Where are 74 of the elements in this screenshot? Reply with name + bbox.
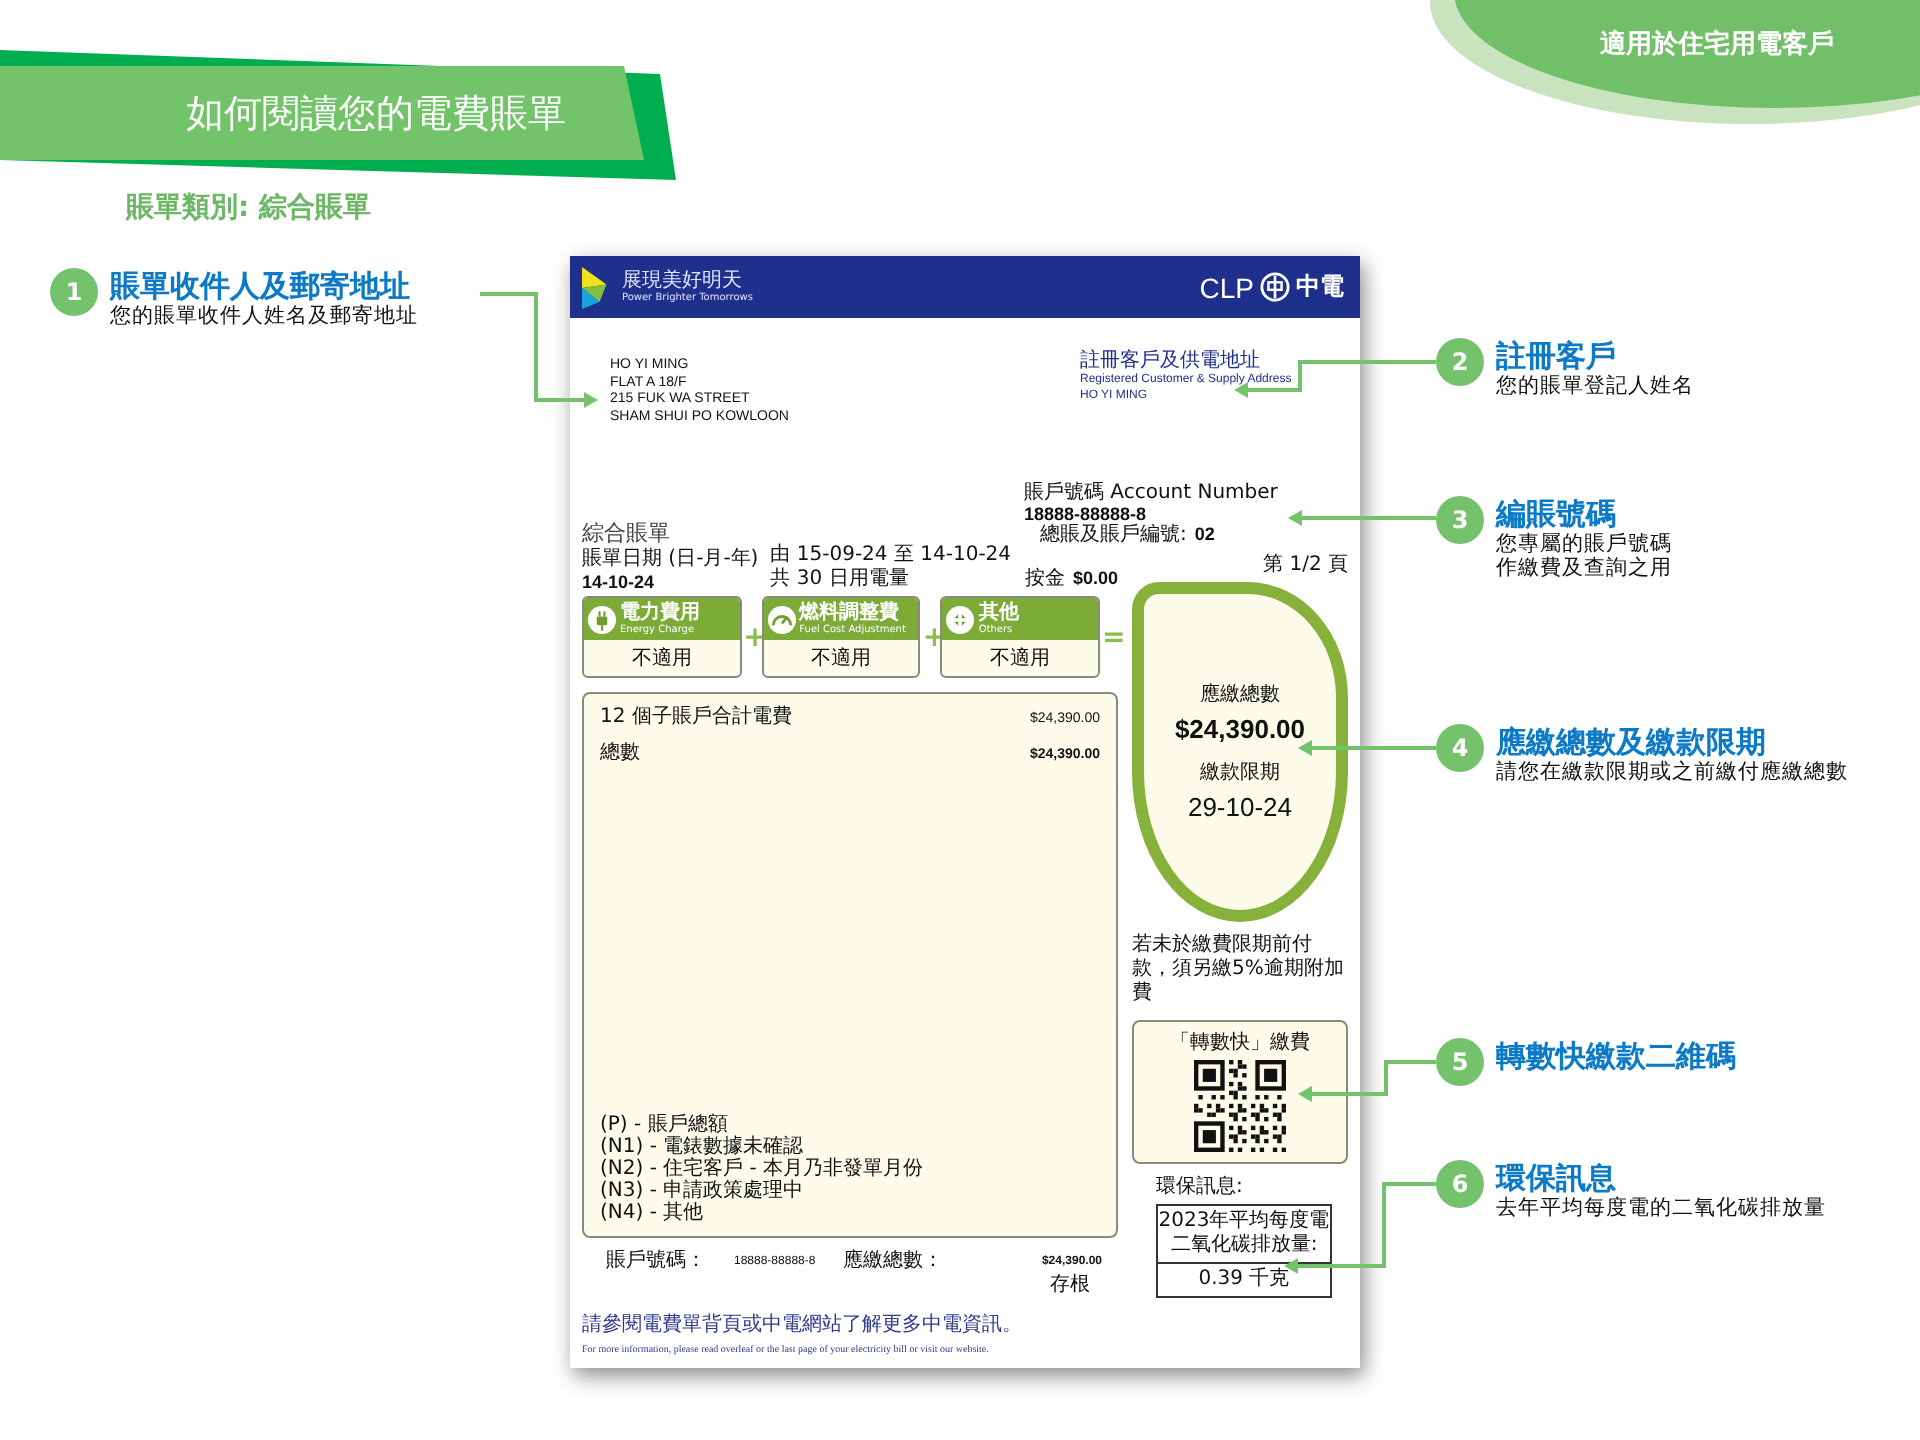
page-number: 第 1/2 頁 bbox=[1263, 554, 1348, 578]
footnote: (N3) - 申請政策處理中 bbox=[600, 1180, 806, 1202]
callout-description: 去年平均每度電的二氧化碳排放量 bbox=[1496, 1196, 1826, 1220]
charge-value: 不適用 bbox=[629, 645, 694, 674]
charge-title: 燃料調整費 bbox=[799, 602, 902, 624]
emission-value: 0.39 千克 bbox=[1198, 1265, 1290, 1294]
diamond-pattern-icon bbox=[946, 605, 975, 633]
plug-icon bbox=[588, 605, 616, 633]
leader-line bbox=[480, 292, 598, 408]
emission-heading: 二氧化碳排放量: bbox=[1170, 1234, 1318, 1258]
callout-description: 作繳費及查詢之用 bbox=[1496, 556, 1672, 580]
late-payment-note: 若未於繳費限期前付款，須另繳5%逾期附加費 bbox=[1132, 934, 1346, 1006]
gauge-icon bbox=[767, 605, 796, 633]
footer-note: 請參閱電費單背頁或中電網站了解更多中電資訊。 bbox=[582, 1314, 1022, 1338]
step-badge: 1 bbox=[50, 268, 98, 316]
charge-value: 不適用 bbox=[809, 645, 873, 674]
step-badge: 6 bbox=[1436, 1160, 1484, 1208]
slogan-text: 展現美好明天 bbox=[622, 269, 744, 291]
callout-description: 您專屬的賬戶號碼 bbox=[1496, 532, 1672, 556]
eco-info-label: 環保訊息: bbox=[1156, 1176, 1245, 1200]
brand-name: CLP bbox=[1199, 271, 1254, 303]
step-badge: 4 bbox=[1436, 724, 1484, 772]
deposit-label: 按金 bbox=[1024, 568, 1065, 592]
callout-title: 轉數快繳款二維碼 bbox=[1496, 1038, 1736, 1074]
audience-label: 適用於住宅用電客戶 bbox=[1598, 27, 1836, 62]
leader-line bbox=[1298, 740, 1436, 756]
registered-label: 註冊客戶及供電地址 bbox=[1080, 350, 1262, 372]
sub-account-label: 總賬及賬戶編號: bbox=[1040, 524, 1187, 546]
bill-date: 14-10-24 bbox=[582, 572, 657, 592]
line-description: 總數 bbox=[600, 742, 640, 766]
account-label: 賬戶號碼 Account Number bbox=[1024, 482, 1280, 504]
callout-description: 您的賬單登記人姓名 bbox=[1496, 374, 1694, 398]
charge-title: 電力費用 bbox=[620, 602, 700, 624]
callout-description: 您的賬單收件人姓名及郵寄地址 bbox=[110, 304, 418, 328]
bill-type-heading: 賬單類別: 綜合賬單 bbox=[123, 190, 373, 226]
footnote: (P) - 賬戶總額 bbox=[600, 1114, 728, 1136]
charge-value: 不適用 bbox=[988, 645, 1053, 674]
line-description: 12 個子賬戶合計電費 bbox=[600, 706, 792, 730]
billing-period: 由 15-09-24 至 14-10-24 bbox=[770, 544, 1012, 567]
qr-code-icon bbox=[1194, 1060, 1286, 1152]
sub-account-value: 02 bbox=[1194, 524, 1215, 544]
amount-due: $24,390.00 bbox=[1174, 713, 1306, 743]
callout-title: 賬單收件人及郵寄地址 bbox=[110, 268, 412, 304]
bill-date-label: 賬單日期 (日-月-年) bbox=[582, 548, 759, 572]
callout-title: 編賬號碼 bbox=[1496, 496, 1618, 532]
circle-logo-icon bbox=[1260, 272, 1290, 302]
leader-line bbox=[1298, 1060, 1436, 1102]
amount-due-label: 應繳總數 bbox=[1200, 683, 1280, 707]
step-badge: 5 bbox=[1436, 1038, 1484, 1086]
stub-label: 存根 bbox=[1050, 1274, 1090, 1298]
stub-total-label: 應繳總數： bbox=[843, 1250, 944, 1274]
footnote: (N4) - 其他 bbox=[600, 1202, 706, 1224]
operator-sign: = bbox=[1102, 621, 1119, 653]
brand-chinese: 中電 bbox=[1296, 270, 1344, 304]
deposit-amount: $0.00 bbox=[1072, 568, 1118, 588]
account-number: 18888-88888-8 bbox=[1024, 504, 1149, 524]
step-badge: 3 bbox=[1436, 496, 1484, 544]
page-title: 如何閱讀您的電費賬單 bbox=[184, 90, 566, 140]
logo-mark-icon bbox=[582, 263, 610, 311]
due-date: 29-10-24 bbox=[1187, 791, 1293, 821]
billing-days: 共 30 日用電量 bbox=[770, 568, 1012, 592]
callout-title: 應繳總數及繳款限期 bbox=[1496, 724, 1768, 760]
callout-title: 註冊客戶 bbox=[1496, 338, 1618, 374]
step-badge: 2 bbox=[1436, 338, 1484, 386]
due-date-label: 繳款限期 bbox=[1200, 761, 1280, 785]
fps-title: 「轉數快」繳費 bbox=[1170, 1029, 1310, 1056]
footnote: (N1) - 電錶數據未確認 bbox=[600, 1136, 806, 1158]
charge-title: 其他 bbox=[978, 602, 1019, 624]
callout-title: 環保訊息 bbox=[1496, 1160, 1618, 1196]
callout-description: 請您在繳款限期或之前繳付應繳總數 bbox=[1496, 760, 1848, 784]
footnote: (N2) - 住宅客戶 - 本月乃非發單月份 bbox=[600, 1158, 926, 1180]
emission-heading: 2023年平均每度電 bbox=[1158, 1210, 1330, 1233]
stub-account-label: 賬戶號碼： bbox=[606, 1250, 706, 1274]
bill-type: 綜合賬單 bbox=[582, 518, 672, 547]
